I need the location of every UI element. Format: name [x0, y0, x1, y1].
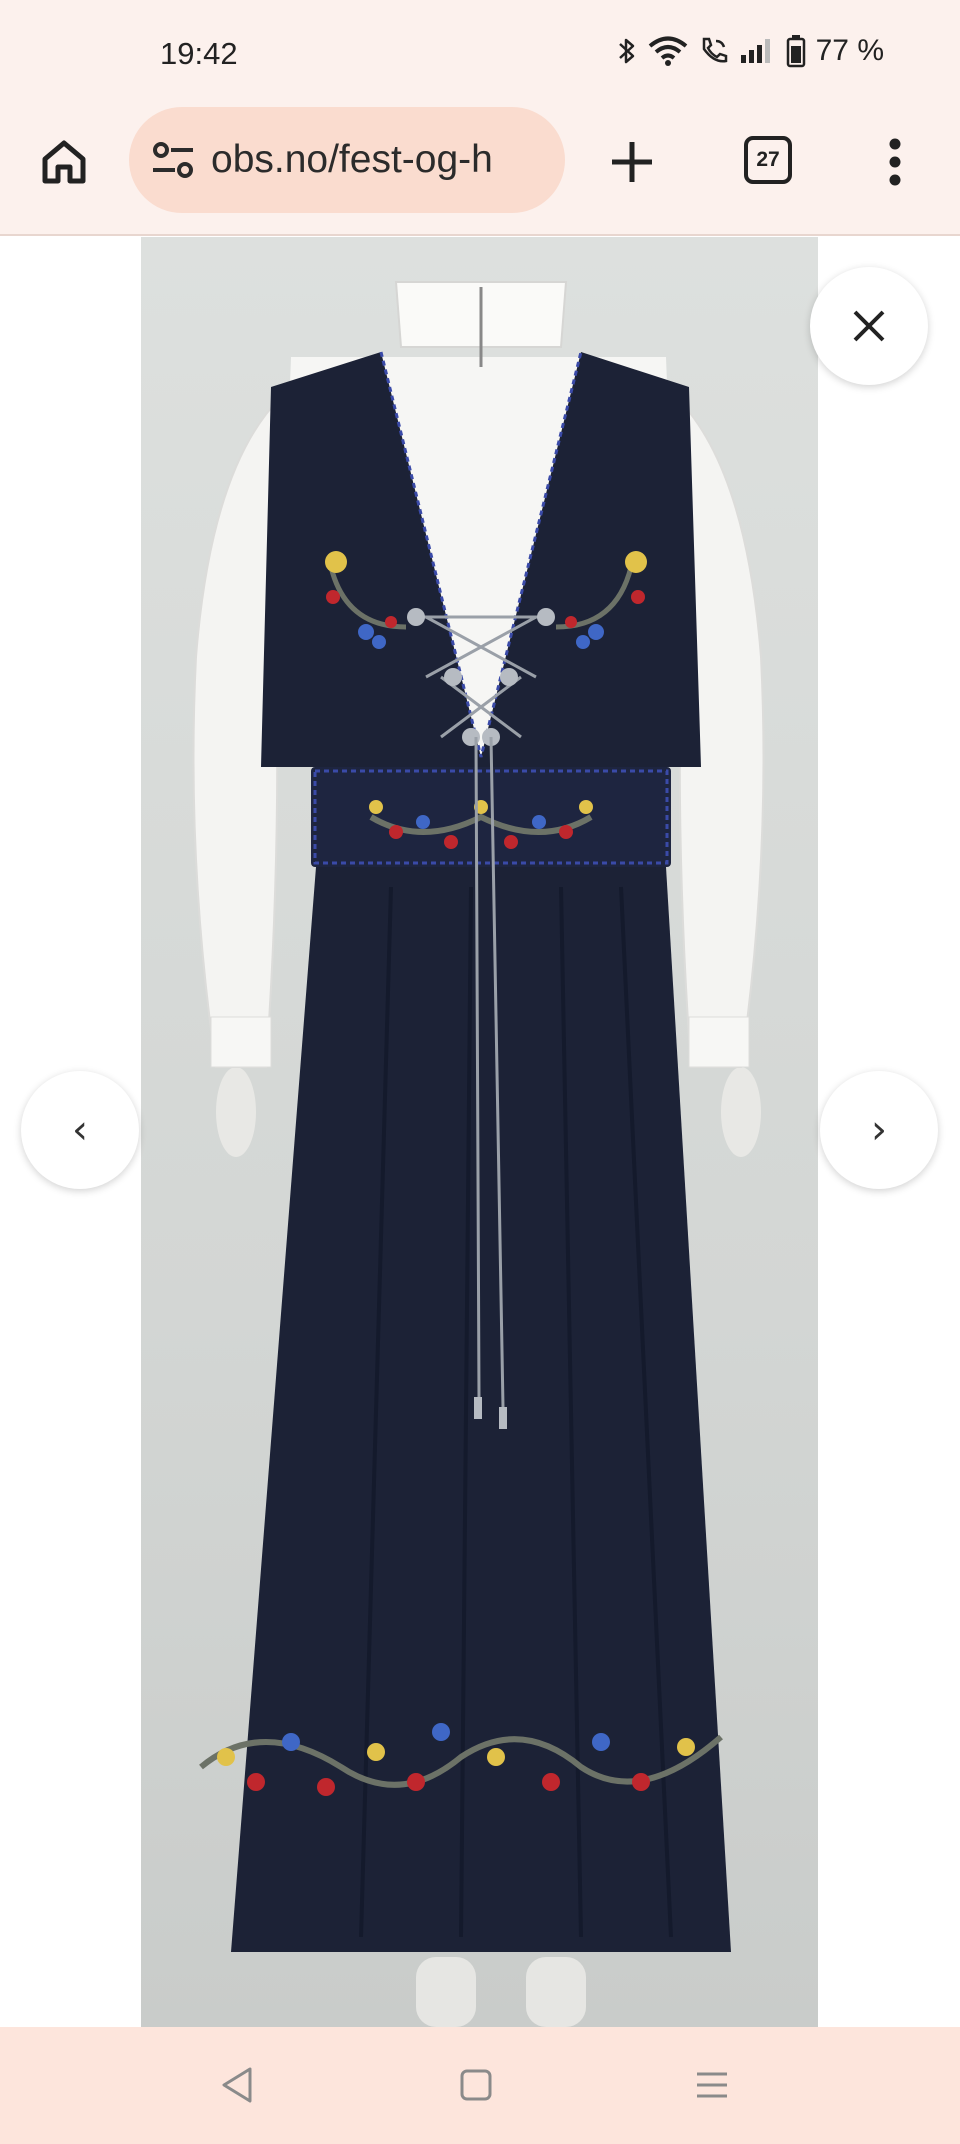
signal-icon — [740, 39, 770, 63]
status-bar: 19:42 77 % — [0, 0, 960, 104]
recents-icon — [697, 2072, 727, 2098]
back-icon — [222, 2067, 252, 2103]
chevron-right-icon: › — [871, 1107, 887, 1153]
home-button[interactable] — [34, 132, 94, 192]
recents-button[interactable] — [688, 2061, 736, 2109]
tab-switcher-button[interactable]: 27 — [744, 136, 792, 184]
new-tab-button[interactable] — [600, 130, 664, 194]
url-text[interactable]: obs.no/fest-og-h — [211, 138, 493, 182]
wifi-call-icon — [702, 37, 727, 63]
status-icons: 77 % — [616, 34, 884, 68]
bunad-dress-illustration — [192, 281, 765, 2027]
chevron-left-icon: ‹ — [72, 1107, 88, 1153]
more-vert-icon — [889, 138, 901, 186]
tab-count: 27 — [756, 148, 780, 171]
bluetooth-icon — [618, 38, 634, 64]
previous-image-button[interactable]: ‹ — [21, 1071, 139, 1189]
image-viewer: ‹ › — [0, 237, 960, 2027]
back-button[interactable] — [213, 2061, 261, 2109]
more-options-button[interactable] — [880, 130, 910, 194]
plus-icon — [612, 142, 652, 182]
close-icon — [853, 310, 885, 342]
product-image[interactable] — [141, 237, 818, 2027]
battery-icon — [786, 35, 805, 68]
home-square-icon — [460, 2069, 492, 2101]
close-viewer-button[interactable] — [810, 267, 928, 385]
home-nav-button[interactable] — [452, 2061, 500, 2109]
address-bar[interactable]: obs.no/fest-og-h — [129, 107, 565, 213]
browser-toolbar: obs.no/fest-og-h 27 — [0, 104, 960, 236]
system-navigation-bar — [0, 2027, 960, 2144]
battery-percent: 77 % — [815, 34, 884, 67]
next-image-button[interactable]: › — [820, 1071, 938, 1189]
status-time: 19:42 — [160, 36, 238, 71]
site-settings-icon[interactable] — [149, 136, 197, 184]
wifi-icon — [648, 36, 687, 66]
home-icon — [42, 140, 86, 184]
